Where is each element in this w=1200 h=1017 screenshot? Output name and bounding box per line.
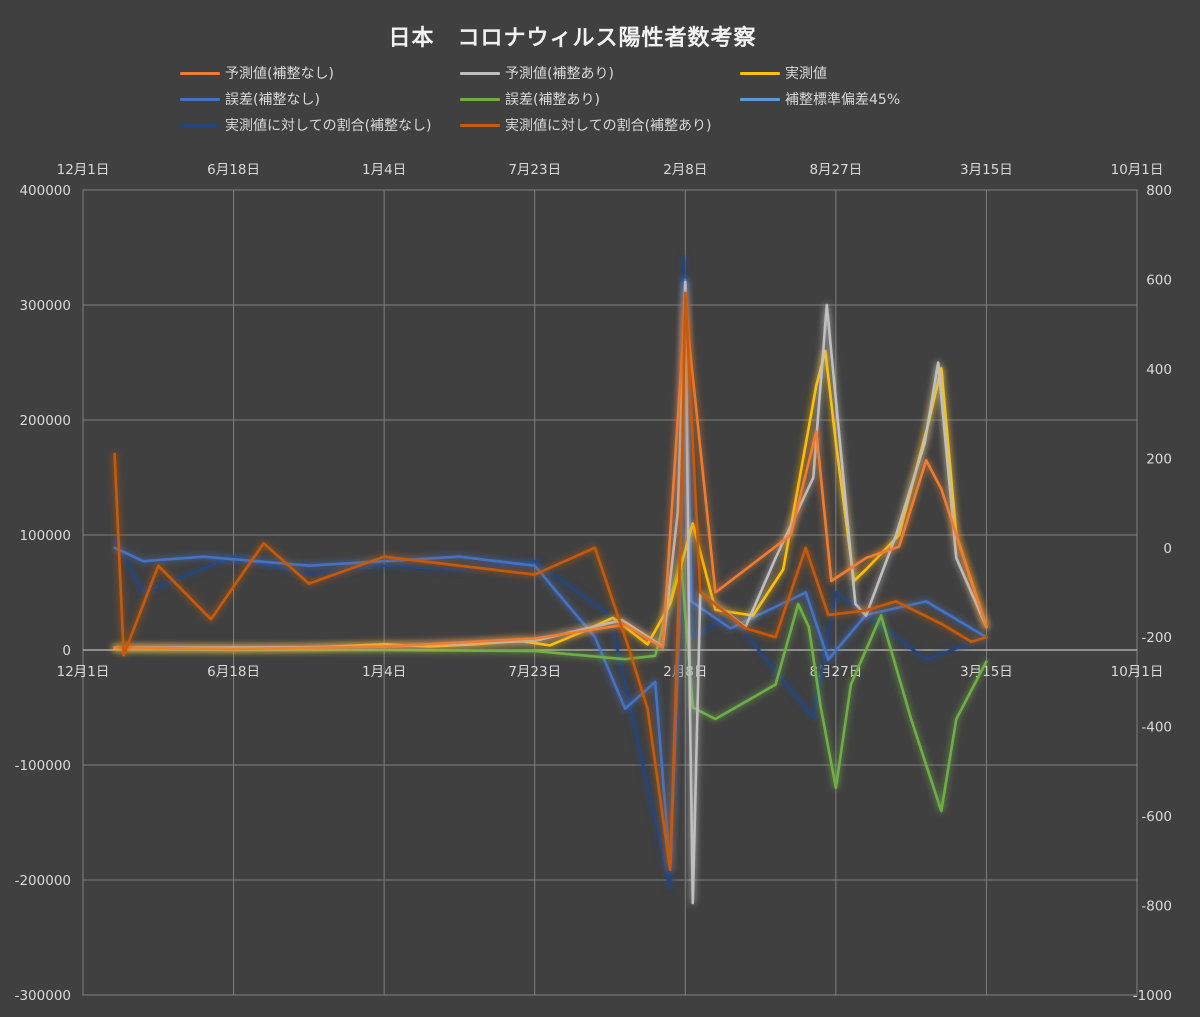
x-tick-label: 1月4日 [362,664,406,680]
y-left-tick-label: 300000 [19,298,71,314]
x-tick-label-top: 7月23日 [508,162,561,178]
y-left-tick-label: 400000 [19,183,71,199]
x-tick-label: 2月8日 [663,664,707,680]
x-tick-label-top: 6月18日 [207,162,260,178]
y-right-tick-label: 800 [1146,183,1172,199]
y-left-tick-label: 200000 [19,413,71,429]
x-tick-label-top: 12月1日 [57,162,110,178]
y-left-tick-label: -300000 [15,988,71,1004]
x-tick-label: 10月1日 [1111,664,1164,680]
y-right-tick-label: -600 [1141,809,1172,825]
y-right-tick-label: -200 [1141,630,1172,646]
y-right-tick-label: 200 [1146,451,1172,467]
y-left-tick-label: 100000 [19,528,71,544]
x-tick-label-top: 3月15日 [960,162,1013,178]
y-left-tick-label: 0 [62,643,71,659]
series-line-6 [113,255,988,889]
x-tick-label: 6月18日 [207,664,260,680]
y-right-tick-label: 400 [1146,362,1172,378]
y-right-tick-label: -800 [1141,899,1172,915]
y-right-tick-label: 600 [1146,272,1172,288]
y-right-tick-label: -400 [1141,720,1172,736]
chart-canvas: 日本 コロナウィルス陽性者数考察 予測値(補整なし) 予測値(補整あり) 実測値 誤差… [0,0,1200,1017]
x-tick-label-top: 10月1日 [1111,162,1164,178]
y-left-tick-label: -100000 [15,758,71,774]
x-tick-label-top: 2月8日 [663,162,707,178]
series-line-3 [113,278,988,872]
x-tick-label: 7月23日 [508,664,561,680]
x-tick-label: 12月1日 [57,664,110,680]
x-tick-label-top: 1月4日 [362,162,406,178]
x-tick-label: 3月15日 [960,664,1013,680]
chart-plot-area: 12月1日 12月1日 6月18日 6月18日 1月4日 1月4日 7月23日 7月23日 2月… [15,162,1172,1004]
series-line-7 [113,291,988,872]
y-right-tick-label: -1000 [1133,988,1172,1004]
series-line-1 [113,280,988,905]
x-tick-label-top: 8月27日 [809,162,862,178]
y-right-tick-label: 0 [1163,541,1172,557]
y-left-tick-label: -200000 [15,873,71,889]
